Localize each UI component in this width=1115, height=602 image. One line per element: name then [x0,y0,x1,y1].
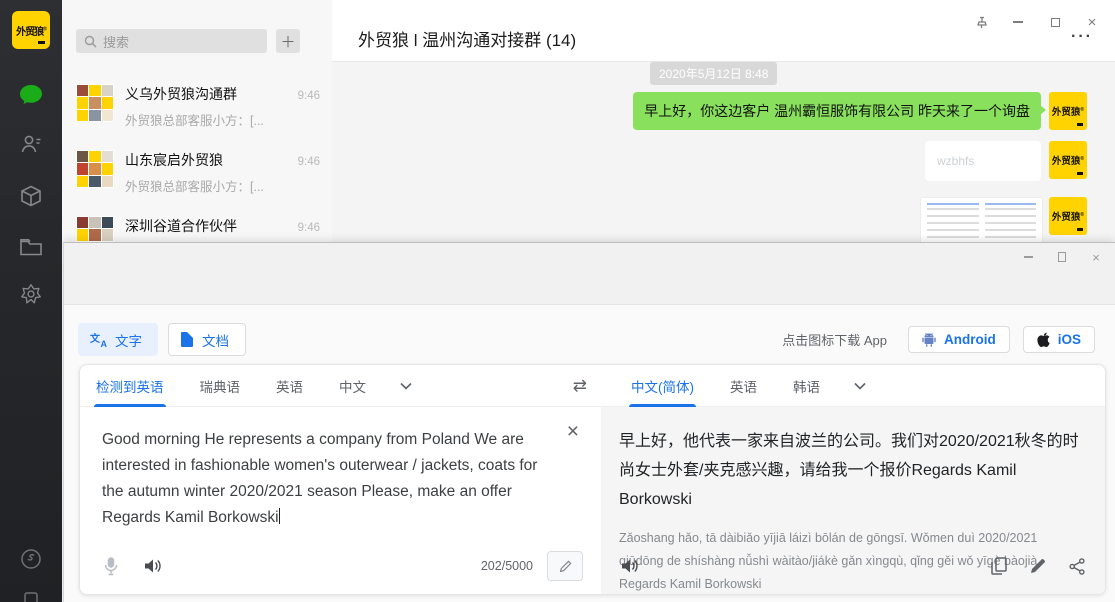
text-caret [279,508,280,524]
edit-translation-icon[interactable] [1030,558,1046,574]
copy-icon[interactable] [991,557,1007,575]
nav-sidebar: 外贸狼® [0,0,62,602]
search-row: 搜索 ＋ [62,0,332,66]
chat-list-item[interactable]: 义乌外贸狼沟通群 9:46 外贸狼总部客服小方：[... [62,70,332,136]
sender-avatar[interactable]: 外贸狼® [1049,92,1087,130]
translator-window-controls: × [1015,247,1109,267]
maximize-icon[interactable] [1049,247,1075,267]
translator-mode-tabs: 文A 文字 文档 [78,323,246,356]
close-icon[interactable]: × [1083,247,1109,267]
chat-room-title: 外贸狼 l 温州沟通对接群 (14) [358,26,576,51]
apple-icon [1037,332,1050,347]
date-badge: 2020年5月12日 8:48 [650,62,777,85]
chevron-down-icon[interactable] [854,382,866,390]
download-app-row: 点击图标下载 App Android [782,323,1095,356]
lang-tab[interactable]: 韩语 [791,365,822,406]
target-language-bar: 中文(简体) 英语韩语 [601,365,1105,406]
download-hint: 点击图标下载 App [782,330,887,349]
minimize-icon[interactable] [1015,247,1041,267]
search-placeholder: 搜索 [103,32,129,51]
search-input[interactable]: 搜索 [76,29,267,53]
lang-tab[interactable]: 瑞典语 [198,365,243,406]
group-avatar [76,150,114,188]
chevron-down-icon[interactable] [400,382,412,390]
chat-item-title: 义乌外贸狼沟通群 [125,84,292,104]
result-footer [601,546,1105,594]
tab-document-translate[interactable]: 文档 [168,323,246,356]
thumbnail-content [985,203,1037,243]
result-pane: 早上好，他代表一家来自波兰的公司。我们对2020/2021秋冬的时尚女士外套/夹… [601,407,1105,594]
lang-tab[interactable]: 英语 [274,365,305,406]
chat-item-title: 山东宸启外贸狼 [125,150,292,170]
thumbnail-content [927,203,979,243]
lang-tab[interactable]: 中文(简体) [629,365,696,406]
source-pane: × Good morning He represents a company f… [80,407,601,594]
share-icon[interactable] [1069,558,1085,575]
android-icon [922,332,936,347]
chat-item-title: 深圳谷道合作伙伴 [125,216,292,236]
chat-item-time: 9:46 [298,156,320,168]
swap-languages-icon[interactable]: ⇄ [573,376,587,396]
source-language-bar: 检测到英语瑞典语英语中文 ⇄ [80,365,601,406]
listen-source-icon[interactable] [144,558,162,574]
edit-source-button[interactable] [547,551,583,581]
source-text-input[interactable]: Good morning He represents a company fro… [102,427,555,531]
app-logo: 外贸狼® [12,11,50,49]
maximize-icon[interactable] [1042,12,1068,32]
settings-flower-nav-icon[interactable] [19,282,43,306]
android-download-button[interactable]: Android [908,326,1010,353]
translator-window: × 文A 文字 文档 点击图标下载 App [63,242,1115,602]
source-footer: 202/5000 [80,546,601,594]
translate-icon: 文A [90,332,106,347]
lang-tab[interactable]: 检测到英语 [94,365,166,406]
link-circle-nav-icon[interactable] [19,547,43,571]
contacts-nav-icon[interactable] [19,132,43,156]
listen-result-icon[interactable] [621,558,639,574]
sent-message-bubble: wzbhfs [925,141,1041,181]
tab-text-translate[interactable]: 文A 文字 [78,323,158,356]
new-chat-button[interactable]: ＋ [276,29,300,53]
translator-body: × Good morning He represents a company f… [80,407,1105,594]
chat-list-item[interactable]: 山东宸启外贸狼 9:46 外贸狼总部客服小方：[... [62,136,332,202]
clear-text-icon[interactable]: × [567,421,579,442]
microphone-icon[interactable] [104,557,118,576]
translator-titlebar: × [64,243,1115,305]
language-bar: 检测到英语瑞典语英语中文 ⇄ 中文(简体)英语韩语 [80,365,1105,407]
group-avatar [76,84,114,122]
search-icon [84,35,97,48]
document-icon [181,332,193,347]
chat-item-preview: 外贸狼总部客服小方：[... [125,110,320,129]
translated-text: 早上好，他代表一家来自波兰的公司。我们对2020/2021秋冬的时尚女士外套/夹… [619,427,1085,514]
sent-message-bubble: 早上好，你这边客户 温州霸恒服饰有限公司 昨天来了一个询盘 [633,92,1041,130]
folder-nav-icon[interactable] [19,235,43,259]
lang-tab[interactable]: 英语 [728,365,759,406]
chat-item-preview: 外贸狼总部客服小方：[... [125,176,320,195]
package-nav-icon[interactable] [19,184,43,208]
mobile-nav-icon[interactable] [19,590,43,602]
chat-menu-ellipsis-icon[interactable]: ··· [1071,28,1093,46]
chat-item-time: 9:46 [298,90,320,102]
sender-avatar[interactable]: 外贸狼® [1049,141,1087,179]
chat-list-items: 义乌外贸狼沟通群 9:46 外贸狼总部客服小方：[... 山东宸启外贸狼 9:46 外贸狼… [62,70,332,268]
ios-download-button[interactable]: iOS [1023,326,1095,353]
minimize-icon[interactable] [1005,12,1031,32]
target-lang-tabs: 中文(简体) 英语韩语 [629,365,854,406]
chat-titlebar: 外贸狼 l 温州沟通对接群 (14) × [332,0,1115,62]
chat-nav-icon[interactable] [19,83,43,107]
translator-card: 检测到英语瑞典语英语中文 ⇄ 中文(简体)英语韩语 × Good mornin [79,364,1106,595]
pin-icon[interactable] [968,12,994,32]
character-count: 202/5000 [481,559,533,573]
sender-avatar[interactable]: 外贸狼® [1049,197,1087,235]
lang-tab[interactable]: 中文 [337,365,368,406]
app-logo-label: 外贸狼® [16,23,46,38]
app-window: 外贸狼® [0,0,1115,602]
source-lang-tabs: 检测到英语瑞典语英语中文 [94,365,400,406]
chat-item-time: 9:46 [298,222,320,234]
